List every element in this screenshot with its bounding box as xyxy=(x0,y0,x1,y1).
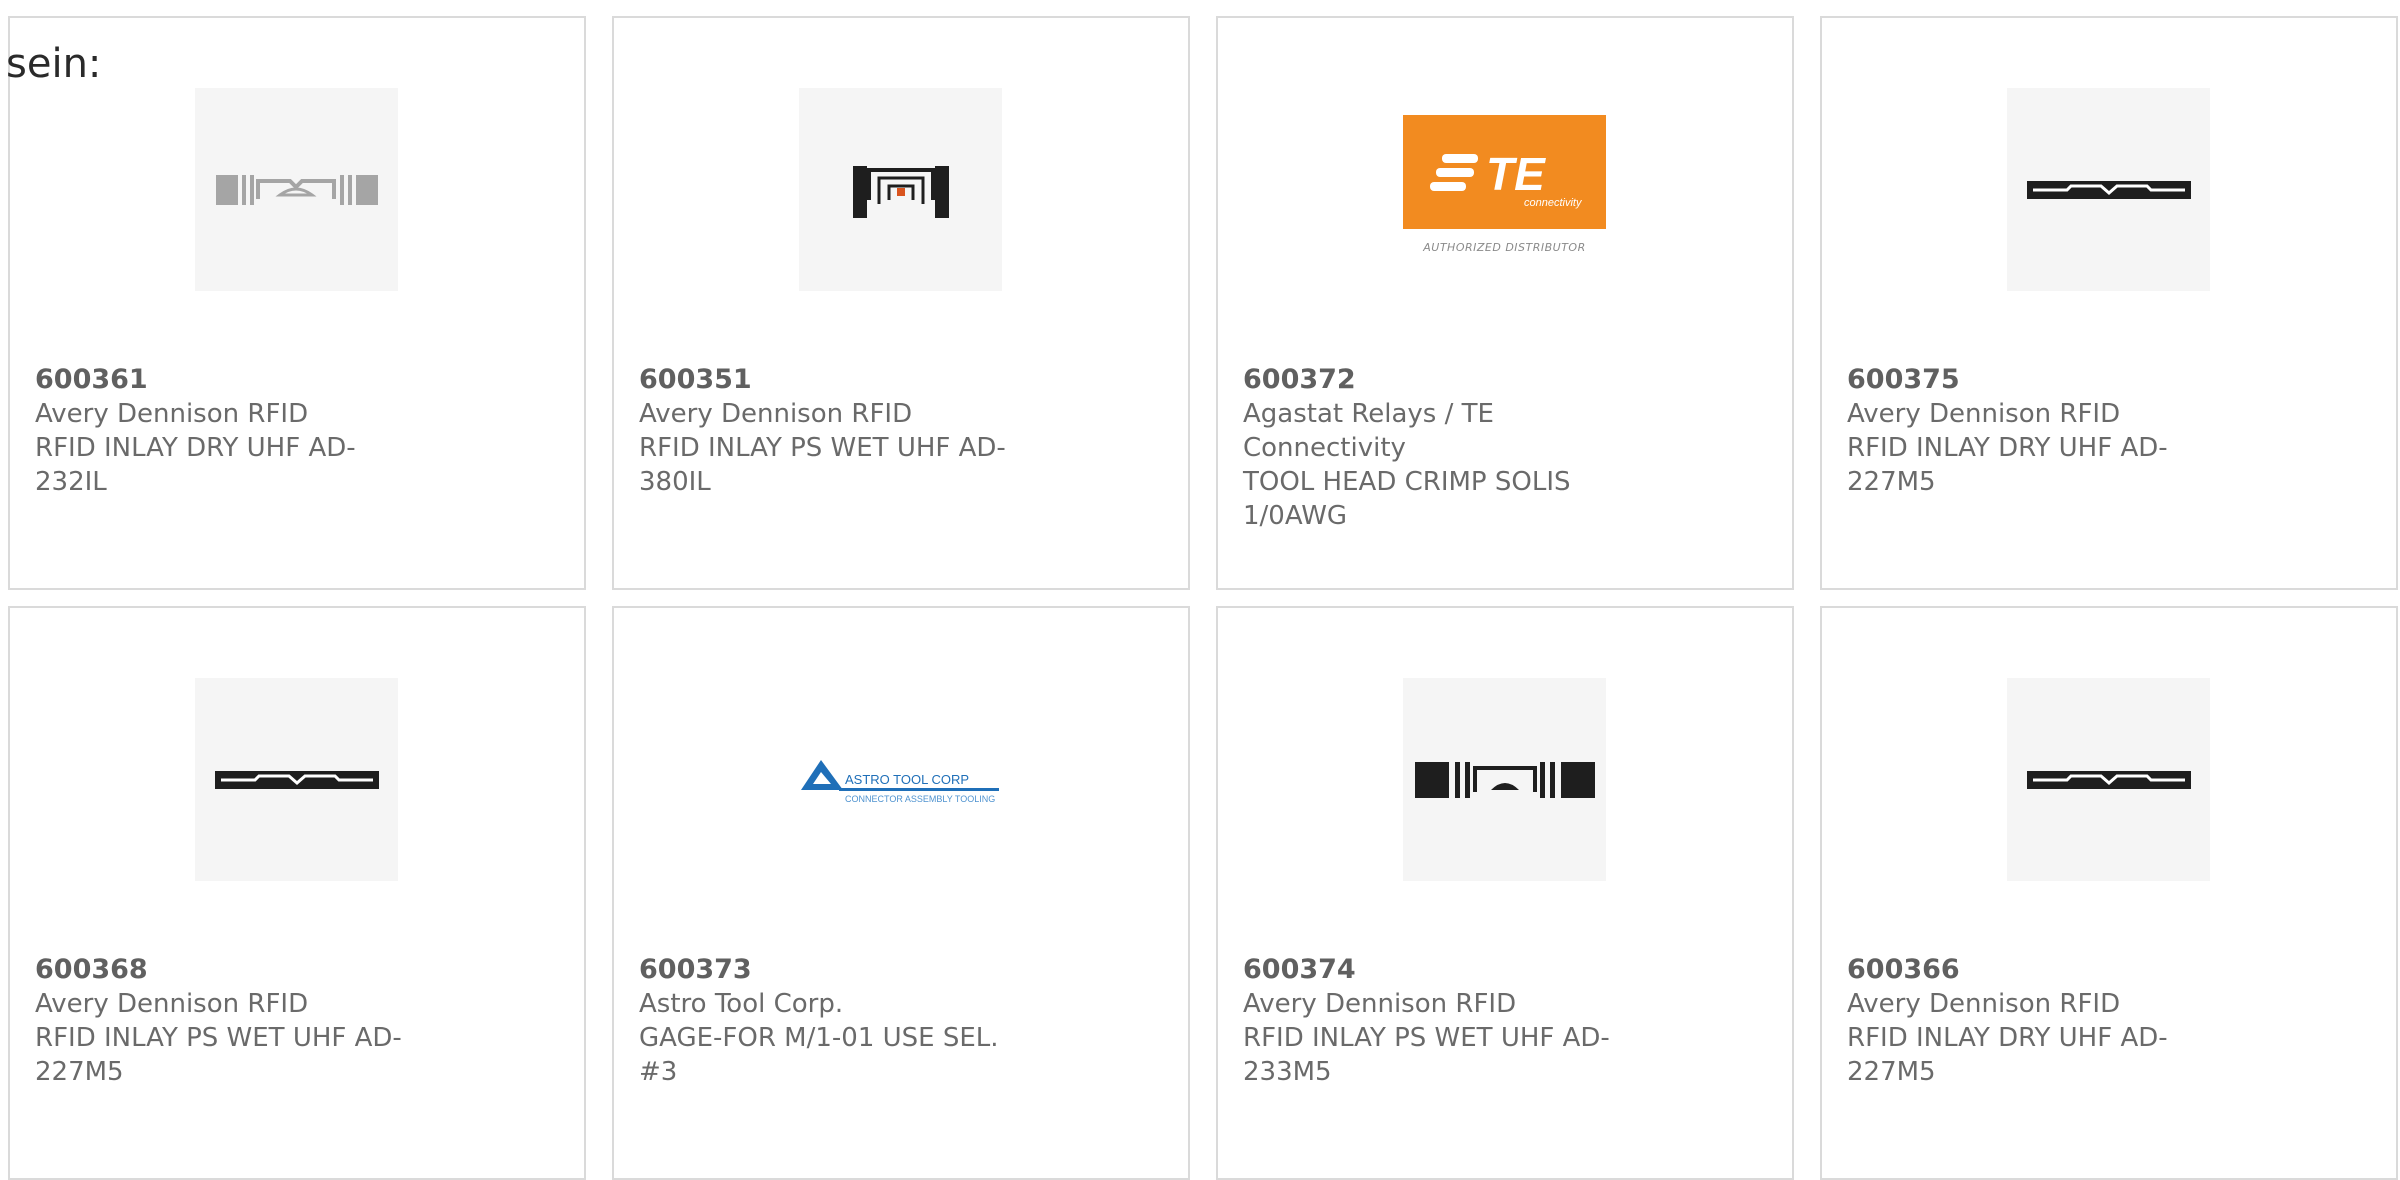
manufacturer: Avery Dennison RFID xyxy=(35,399,309,429)
astro-sub-text: CONNECTOR ASSEMBLY TOOLING xyxy=(845,794,995,804)
manufacturer: Avery Dennison RFID xyxy=(639,399,913,429)
te-sub-text: connectivity xyxy=(1524,197,1583,209)
part-number[interactable]: 600368 xyxy=(35,953,564,987)
description: RFID INLAY DRY UHF AD-232IL xyxy=(35,433,356,497)
rfid-inlay-grey-icon[interactable] xyxy=(195,88,398,291)
rfid-inlay-compact-icon[interactable] xyxy=(799,88,1002,291)
rfid-inlay-slim-icon[interactable] xyxy=(195,678,398,881)
description: RFID INLAY PS WET UHF AD-233M5 xyxy=(1243,1023,1610,1087)
product-card[interactable]: 600351 Avery Dennison RFID RFID INLAY PS… xyxy=(612,16,1190,590)
manufacturer: Avery Dennison RFID xyxy=(1847,399,2121,429)
astro-brand-text: ASTRO TOOL CORP xyxy=(845,772,969,787)
rfid-inlay-black-icon[interactable] xyxy=(1403,678,1606,881)
product-card[interactable]: 600368 Avery Dennison RFID RFID INLAY PS… xyxy=(8,606,586,1180)
description: RFID INLAY PS WET UHF AD-380IL xyxy=(639,433,1006,497)
part-number[interactable]: 600366 xyxy=(1847,953,2376,987)
product-card[interactable]: 600375 Avery Dennison RFID RFID INLAY DR… xyxy=(1820,16,2398,590)
manufacturer: Avery Dennison RFID xyxy=(1847,989,2121,1019)
part-number[interactable]: 600374 xyxy=(1243,953,1772,987)
description: TOOL HEAD CRIMP SOLIS 1/0AWG xyxy=(1243,467,1571,531)
manufacturer: Avery Dennison RFID xyxy=(35,989,309,1019)
description: RFID INLAY DRY UHF AD-227M5 xyxy=(1847,1023,2168,1087)
product-card[interactable]: 600361 Avery Dennison RFID RFID INLAY DR… xyxy=(8,16,586,590)
te-tagline: AUTHORIZED DISTRIBUTOR xyxy=(1423,240,1586,254)
te-connectivity-logo[interactable]: TE connectivity AUTHORIZED DISTRIBUTOR xyxy=(1403,88,1606,291)
part-number[interactable]: 600351 xyxy=(639,363,1168,397)
astro-tool-logo[interactable]: ASTRO TOOL CORP CONNECTOR ASSEMBLY TOOLI… xyxy=(799,678,1002,881)
product-card[interactable]: 600374 Avery Dennison RFID RFID INLAY PS… xyxy=(1216,606,1794,1180)
part-number[interactable]: 600373 xyxy=(639,953,1168,987)
description: RFID INLAY DRY UHF AD-227M5 xyxy=(1847,433,2168,497)
manufacturer: Avery Dennison RFID xyxy=(1243,989,1517,1019)
part-number[interactable]: 600375 xyxy=(1847,363,2376,397)
rfid-inlay-slim-icon[interactable] xyxy=(2007,678,2210,881)
intro-text: sein: xyxy=(6,41,102,87)
te-brand-text: TE xyxy=(1486,148,1546,200)
part-number[interactable]: 600372 xyxy=(1243,363,1772,397)
description: GAGE-FOR M/1-01 USE SEL. #3 xyxy=(639,1023,999,1087)
product-card[interactable]: ASTRO TOOL CORP CONNECTOR ASSEMBLY TOOLI… xyxy=(612,606,1190,1180)
rfid-inlay-slim-icon[interactable] xyxy=(2007,88,2210,291)
manufacturer: Astro Tool Corp. xyxy=(639,989,844,1019)
manufacturer: Agastat Relays / TE Connectivity xyxy=(1243,399,1494,463)
description: RFID INLAY PS WET UHF AD-227M5 xyxy=(35,1023,402,1087)
part-number[interactable]: 600361 xyxy=(35,363,564,397)
product-card[interactable]: 600366 Avery Dennison RFID RFID INLAY DR… xyxy=(1820,606,2398,1180)
product-card[interactable]: TE connectivity AUTHORIZED DISTRIBUTOR 6… xyxy=(1216,16,1794,590)
